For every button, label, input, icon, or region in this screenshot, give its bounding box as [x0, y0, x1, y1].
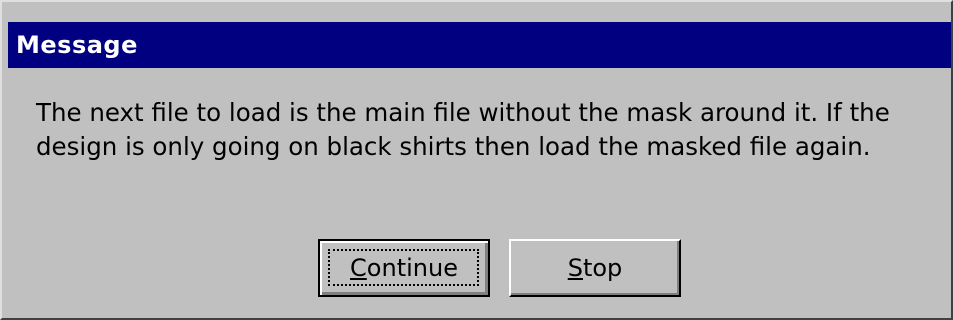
title-bar[interactable]: Message	[8, 22, 951, 68]
dialog-title: Message	[16, 31, 138, 59]
continue-button[interactable]: Continue	[318, 239, 490, 297]
continue-button-label: Continue	[350, 254, 458, 282]
stop-button[interactable]: Stop	[509, 239, 681, 297]
stop-button-label: Stop	[567, 254, 623, 282]
message-text: The next file to load is the main file w…	[36, 98, 890, 161]
message-dialog: Message The next file to load is the mai…	[0, 0, 953, 320]
